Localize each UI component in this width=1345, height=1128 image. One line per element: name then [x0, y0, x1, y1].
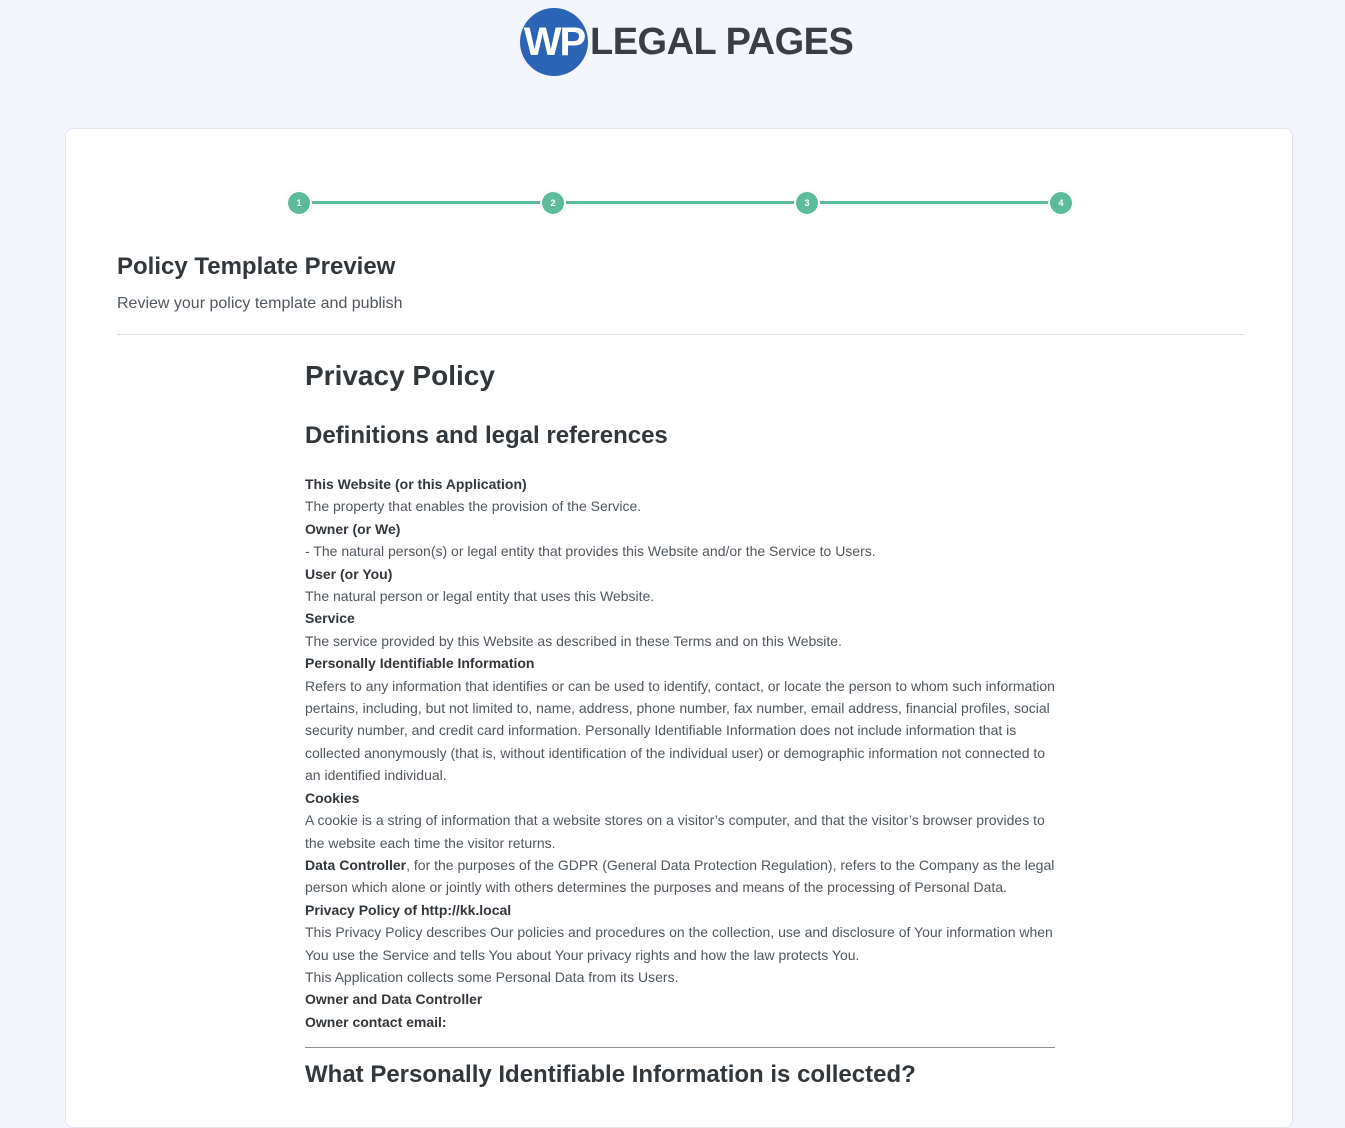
definition-desc: The property that enables the provision …	[305, 498, 642, 515]
step-1[interactable]: 1	[286, 190, 312, 216]
step-2[interactable]: 2	[540, 190, 566, 216]
page-subtitle: Review your policy template and publish	[117, 295, 403, 312]
definitions-list: This Website (or this Application) The p…	[305, 473, 1055, 1033]
wizard-card: 1 2 3 4 Policy Template Preview Review y…	[65, 128, 1293, 1128]
definition-term: Service	[305, 610, 355, 627]
logo-text: LEGAL PAGES	[590, 20, 854, 63]
step-connector	[299, 201, 1061, 204]
definition-term: Owner (or We)	[305, 520, 401, 537]
step-3[interactable]: 3	[794, 190, 820, 216]
definition-term: User (or You)	[305, 565, 393, 582]
definition-term: This Website (or this Application)	[305, 476, 527, 492]
definition-desc: The service provided by this Website as …	[305, 632, 842, 649]
definition-term: Data Controller	[305, 856, 407, 873]
definition-desc: The natural person or legal entity that …	[305, 588, 655, 605]
page-title: Policy Template Preview	[117, 253, 396, 280]
policy-preview: Privacy Policy Definitions and legal ref…	[305, 357, 1055, 1090]
owner-email-label: Owner contact email:	[305, 1013, 447, 1030]
definition-desc: A cookie is a string of information that…	[305, 812, 1045, 851]
definition-term: Cookies	[305, 789, 360, 806]
definition-term: Personally Identifiable Information	[305, 655, 535, 672]
section-divider	[305, 1047, 1055, 1049]
privacy-policy-of: Privacy Policy of http://kk.local	[305, 901, 512, 918]
owner-controller-label: Owner and Data Controller	[305, 991, 483, 1008]
header-divider	[117, 334, 1244, 335]
step-4[interactable]: 4	[1048, 190, 1074, 216]
data-controller-definition: Data Controller, for the purposes of the…	[305, 854, 1055, 899]
progress-stepper: 1 2 3 4	[286, 190, 1074, 216]
definition-desc: - The natural person(s) or legal entity …	[305, 543, 876, 560]
privacy-policy-desc: This Privacy Policy describes Our polici…	[305, 924, 1053, 963]
section-title-pii: What Personally Identifiable Information…	[305, 1061, 916, 1089]
logo-badge: WP	[520, 8, 588, 76]
collects-text: This Application collects some Personal …	[305, 968, 679, 985]
definition-desc: , for the purposes of the GDPR (General …	[305, 856, 1055, 896]
definition-desc: Refers to any information that identifie…	[305, 677, 1055, 784]
policy-title: Privacy Policy	[305, 360, 495, 391]
logo: WP LEGAL PAGES	[520, 8, 854, 76]
section-title-definitions: Definitions and legal references	[305, 422, 668, 449]
